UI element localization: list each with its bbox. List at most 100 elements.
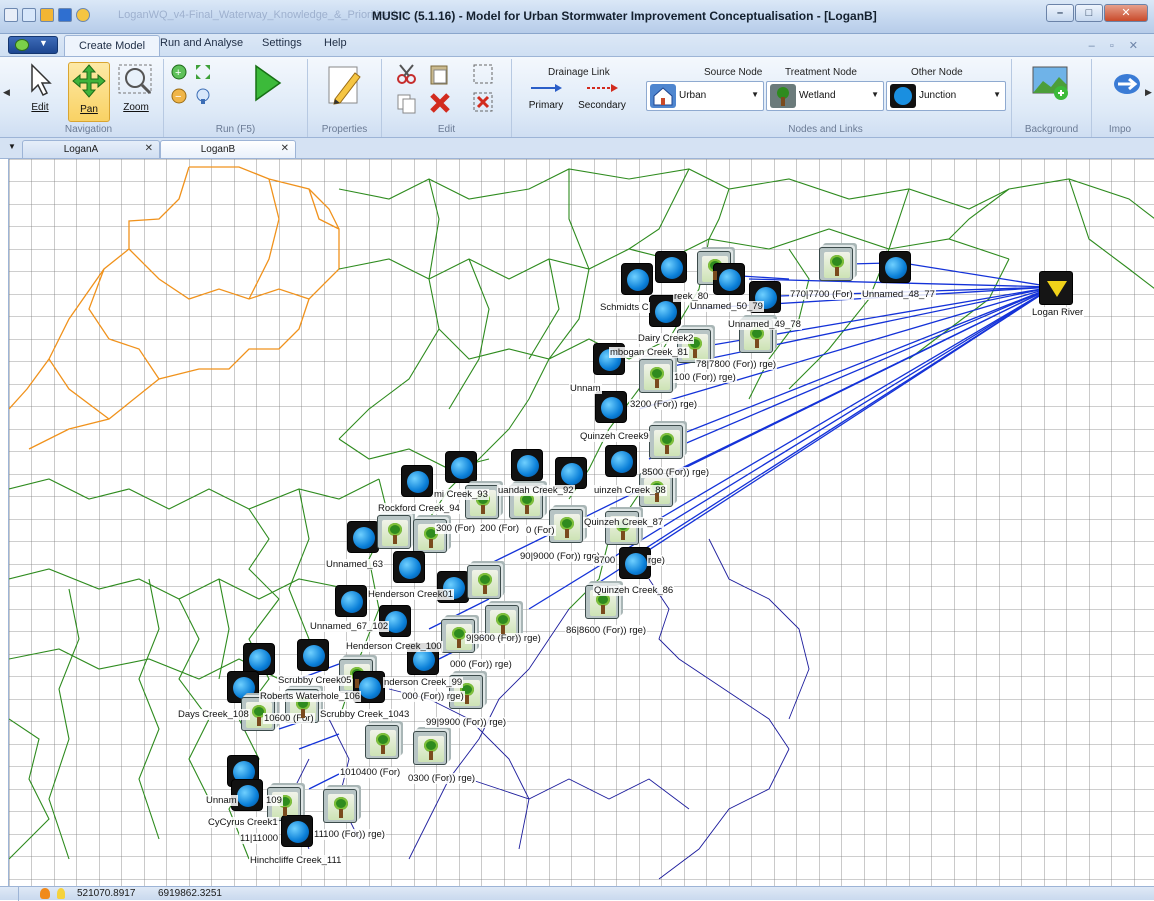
close-tab-icon[interactable]: ✕ [281,143,289,154]
maximize-button[interactable]: □ [1075,4,1103,22]
system-menu-icon[interactable] [4,8,18,22]
junction-node[interactable] [621,263,653,295]
wetland-node[interactable] [413,731,447,765]
wetland-node[interactable] [819,247,853,281]
primary-link-button[interactable]: Primary [526,81,566,121]
edit-group: Edit [382,59,512,137]
other-node-select[interactable]: Junction ▼ [886,81,1006,111]
open-folder-icon[interactable] [40,8,54,22]
play-icon [255,64,282,102]
wetland-node[interactable] [323,789,357,823]
wetland-node[interactable] [639,359,673,393]
source-node-select[interactable]: Urban ▼ [646,81,764,111]
junction-node[interactable] [335,585,367,617]
tab-run-and-analyse[interactable]: Run and Analyse [160,37,243,49]
junction-icon [890,84,916,108]
pan-label: Pan [80,104,98,115]
secondary-link-button[interactable]: Secondary [574,81,630,121]
import-icon [1114,74,1140,94]
minimize-button[interactable]: – [1046,4,1074,22]
lightbulb-icon [57,888,65,899]
edit-tool-button[interactable]: Edit [20,63,60,121]
node-label: 10600 (For) [263,713,315,724]
zoom-tool-button[interactable]: Zoom [114,63,158,121]
model-canvas[interactable]: Logan River Schmidts C reek_80 Unnamed_5… [8,159,1154,886]
node-label: 99|9900 (For)) rge) [425,717,508,728]
node-label: Unnam [569,383,602,394]
junction-node[interactable] [393,551,425,583]
node-label: Days Creek_108 [177,709,250,720]
quick-access-toolbar [4,8,90,22]
junction-node[interactable] [713,263,745,295]
node-label: 109 [265,795,283,806]
pan-tool-button[interactable]: Pan [68,62,110,122]
wetland-node[interactable] [649,425,683,459]
properties-group: Properties [308,59,382,137]
tab-help[interactable]: Help [324,37,347,49]
properties-button[interactable] [322,63,368,115]
junction-node[interactable] [401,465,433,497]
tab-create-model[interactable]: Create Model [64,35,161,57]
source-node-title: Source Node [704,67,763,78]
mdi-window-controls[interactable]: – ▫ ✕ [1089,39,1144,52]
junction-node[interactable] [297,639,329,671]
drainage-link-group: Drainage Link Primary Secondary [512,59,638,137]
ribbon-scroll-left-icon[interactable]: ◀ [3,87,10,98]
junction-node[interactable] [595,391,627,423]
treatment-node-select[interactable]: Wetland ▼ [766,81,884,111]
doc-tab-label: LoganA [63,144,99,155]
wetland-node[interactable] [365,725,399,759]
ribbon-scroll-right-icon[interactable]: ▶ [1145,87,1152,98]
run-button[interactable] [242,63,292,121]
zoom-window-icon[interactable] [194,87,212,105]
node-label: Unnam [205,795,238,806]
close-tab-icon[interactable]: ✕ [145,143,153,154]
new-file-icon[interactable] [22,8,36,22]
tab-list-dropdown-icon[interactable]: ▼ [8,142,16,151]
node-label: Schmidts C [599,302,650,313]
junction-node[interactable] [655,251,687,283]
application-menu-button[interactable]: ▼ [8,36,58,54]
wetland-node[interactable] [467,565,501,599]
run-icon[interactable] [76,8,90,22]
node-label: 0300 (For)) rge) [407,773,477,784]
junction-node[interactable] [445,451,477,483]
zoom-out-icon[interactable]: − [170,87,188,105]
chevron-down-icon: ▼ [993,90,1001,99]
junction-node[interactable] [281,815,313,847]
node-label: Hinchcliffe Creek_111 [249,855,343,866]
close-button[interactable]: ✕ [1104,4,1148,22]
background-button[interactable] [1028,65,1074,111]
logan-river-outlet-node[interactable] [1039,271,1073,305]
svg-text:+: + [175,67,181,79]
status-bar: 521070.8917 6919862.3251 [0,886,1154,901]
doc-tab-loganb[interactable]: LoganB ✕ [160,140,296,158]
node-label: mbogan Creek_81 [609,347,690,358]
junction-node[interactable] [879,251,911,283]
junction-node[interactable] [347,521,379,553]
tab-settings[interactable]: Settings [262,37,302,49]
treatment-node-value: Wetland [799,90,836,101]
zoom-label: Zoom [123,102,149,113]
junction-node[interactable] [511,449,543,481]
save-icon[interactable] [58,8,72,22]
node-label: 86|8600 (For)) rge) [565,625,648,636]
clear-selection-icon[interactable] [472,91,494,113]
wetland-node[interactable] [377,515,411,549]
secondary-arrow-icon [587,84,618,92]
delete-icon[interactable] [428,91,452,115]
node-label: Dairy Creek2 [637,333,695,344]
copy-icon[interactable] [396,93,418,115]
junction-node[interactable] [605,445,637,477]
select-all-icon[interactable] [472,63,494,85]
node-label: 200 (For) [479,523,521,534]
cut-icon[interactable] [396,63,418,85]
import-button[interactable] [1112,69,1142,109]
doc-tab-logana[interactable]: LoganA ✕ [22,140,160,158]
chevron-down-icon: ▼ [39,38,48,48]
zoom-extents-icon[interactable] [194,63,212,81]
zoom-in-icon[interactable]: + [170,63,188,81]
node-label: Unnamed_49_78 [727,319,802,330]
node-label: Rockford Creek_94 [377,503,461,514]
paste-icon[interactable] [428,63,450,85]
